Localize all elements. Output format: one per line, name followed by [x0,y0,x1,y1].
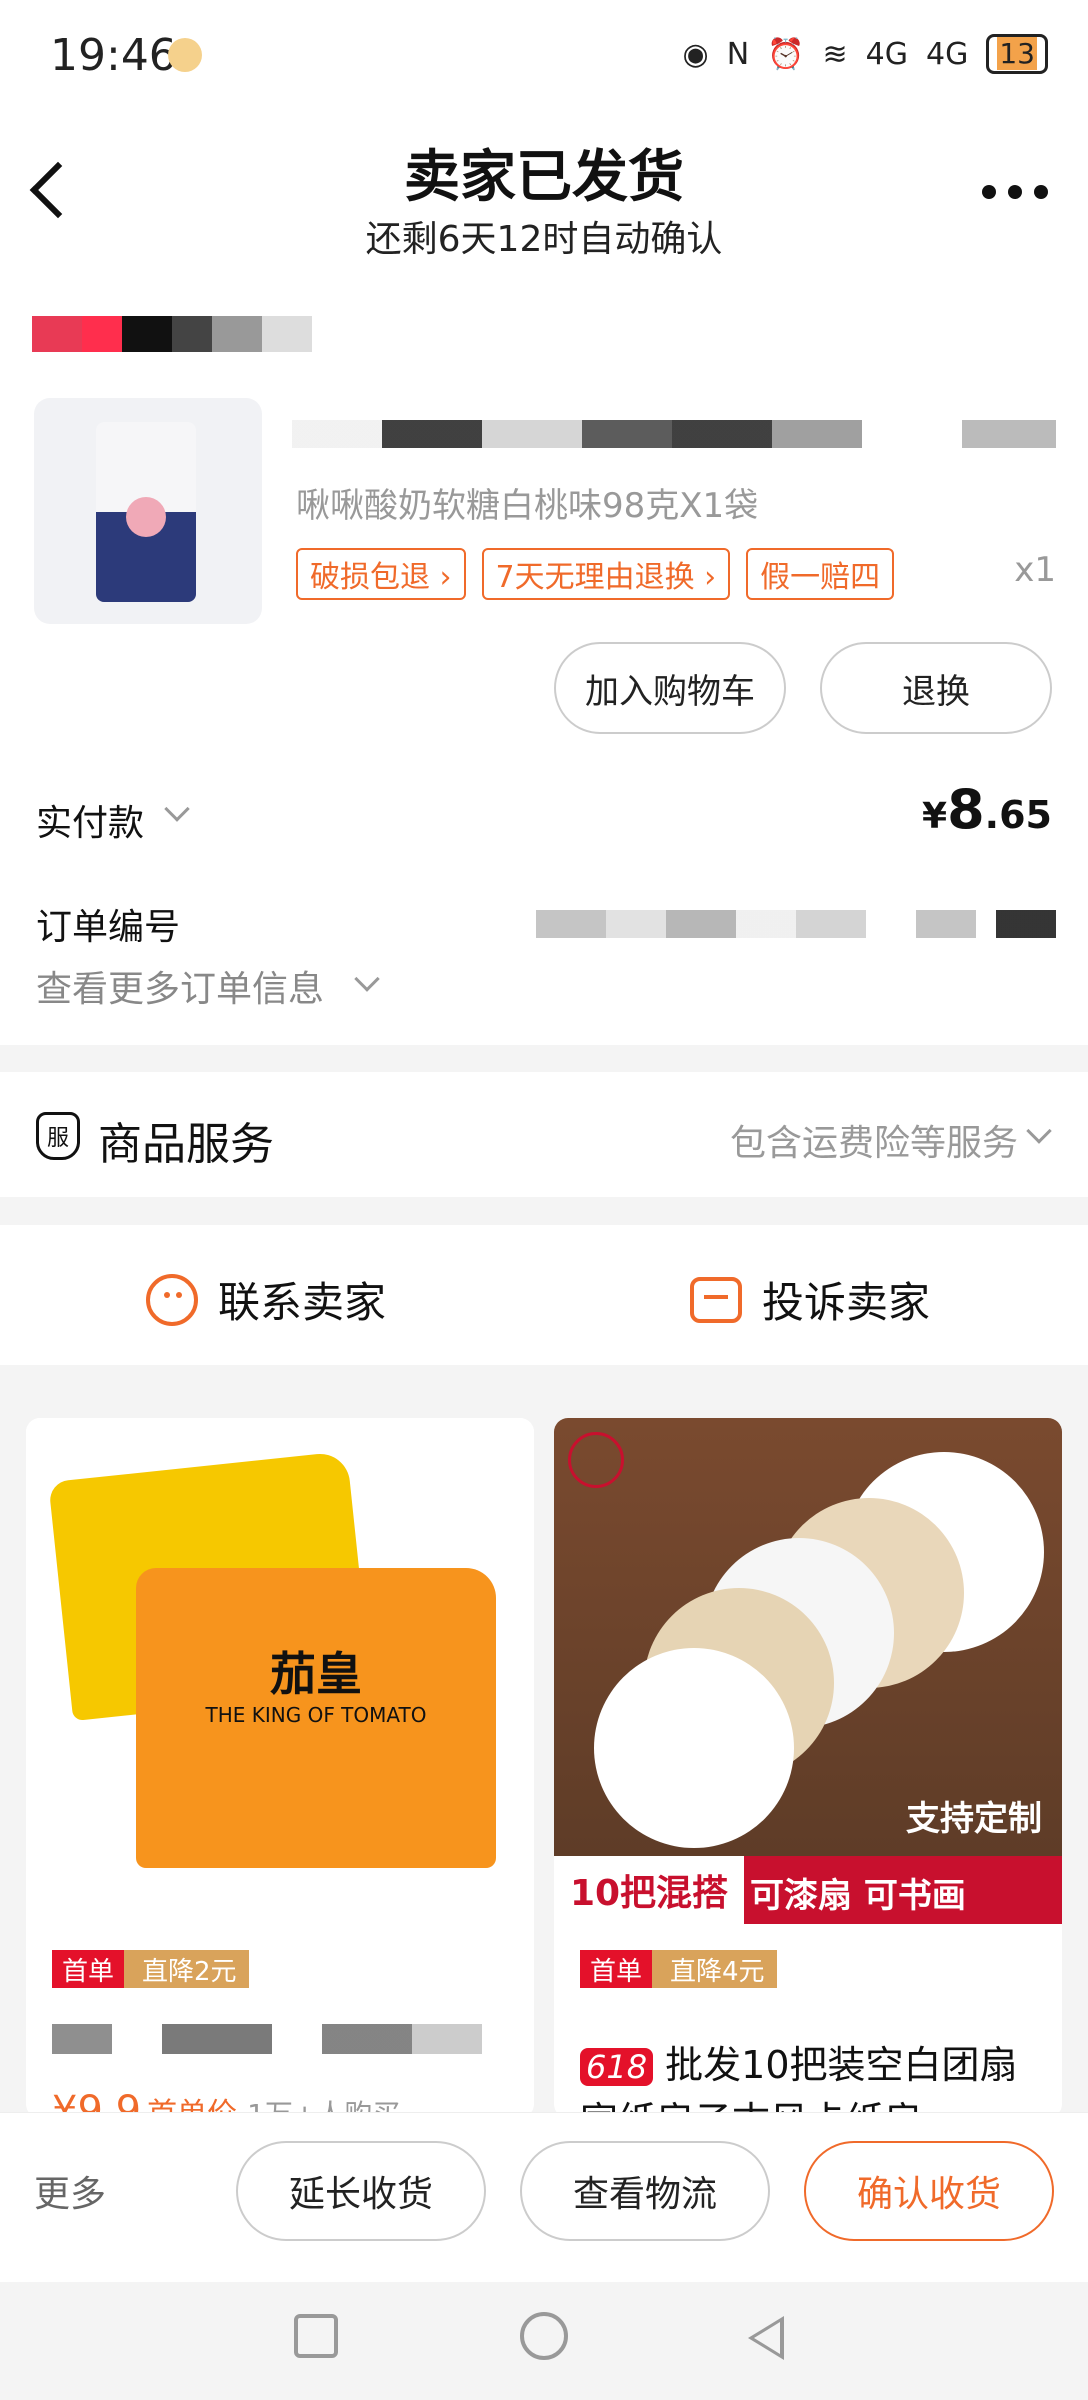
product-package [96,422,196,602]
wifi-icon: ≋ [822,36,848,72]
battery-icon: 13 [986,34,1048,74]
recents-icon[interactable] [294,2314,338,2358]
order-number-redacted [536,910,1056,938]
view-logistics-button[interactable]: 查看物流 [520,2141,770,2241]
product-image[interactable]: 支持定制 10把混搭 可漆扇 可书画 [554,1418,1062,1924]
tag-7day-return[interactable]: 7天无理由退换 › [481,548,731,600]
more-menu-icon[interactable] [982,185,1048,199]
seller-chat-icon [146,1273,198,1326]
status-icons: ◉ N ⏰ ≋ 4G 4G 13 [683,34,1048,74]
promo-badge: 首单 直降4元 [580,1950,777,1988]
paid-amount: ¥8.65 [922,778,1052,841]
add-to-cart-button[interactable]: 加入购物车 [554,642,786,734]
page-title: 卖家已发货 [404,145,684,210]
contact-seller-button[interactable]: 联系卖家 [146,1269,386,1330]
complain-icon [690,1276,742,1323]
tag-damage-refund[interactable]: 破损包退 › [296,548,466,600]
chevron-down-icon[interactable] [354,966,380,992]
chevron-down-icon[interactable] [1026,1118,1052,1144]
eye-icon: ◉ [682,36,709,72]
status-bar: 19:46 ◉ N ⏰ ≋ 4G 4G 13 [0,0,1088,110]
chevron-down-icon[interactable] [164,796,190,822]
bottom-action-bar: 更多 延长收货 查看物流 确认收货 [0,2112,1088,2282]
badge-618: 618 [580,2048,654,2086]
extend-receipt-button[interactable]: 延长收货 [236,2141,486,2241]
app-notification-icon [168,38,202,72]
signal-4g-b: 4G [926,36,969,72]
auto-confirm-countdown: 还剩6天12时自动确认 [365,219,723,260]
shop-name-redacted[interactable] [32,316,392,352]
complain-seller-label: 投诉卖家 [762,1278,931,1327]
page-header: 卖家已发货 还剩6天12时自动确认 [0,110,1088,270]
signal-4g-a: 4G [865,36,909,72]
back-nav-icon[interactable] [748,2316,784,2360]
confirm-receipt-button[interactable]: 确认收货 [804,2141,1054,2241]
service-shield-icon: 服 [36,1112,80,1160]
product-sku: 啾啾酸奶软糖白桃味98克X1袋 [296,486,759,526]
brand-logo [568,1432,624,1488]
home-icon[interactable] [520,2312,568,2360]
promo-badge: 首单 直降2元 [52,1950,249,1988]
contact-seller-label: 联系卖家 [218,1278,387,1327]
product-image[interactable] [34,398,262,624]
contact-row: 联系卖家 投诉卖家 [0,1225,1088,1365]
alarm-icon: ⏰ [767,36,805,72]
product-title-redacted[interactable] [292,420,1056,448]
recommendation-title-redacted [52,2024,482,2054]
service-tags: 破损包退 › 7天无理由退换 › 假一赔四 [296,548,895,600]
order-card: 啾啾酸奶软糖白桃味98克X1袋 破损包退 › 7天无理由退换 › 假一赔四 x1… [0,270,1088,1045]
more-order-info-link[interactable]: 查看更多订单信息 [36,960,324,1012]
status-time: 19:46 [50,30,177,81]
recommendation-card[interactable]: 支持定制 10把混搭 可漆扇 可书画 首单 直降4元 618 批发10把装空白团… [554,1418,1062,2118]
more-button[interactable]: 更多 [34,2165,106,2217]
product-quantity: x1 [1014,550,1056,590]
recommendation-card[interactable]: 茄皇 THE KING OF TOMATO 首单 直降2元 ¥9.9 首单价 1万+… [26,1418,534,2118]
order-number-label: 订单编号 [36,907,181,948]
service-summary[interactable]: 包含运费险等服务 [730,1114,1018,1166]
recommendation-title: 618 批发10把装空白团扇宣纸扇子古风卡纸扇 [580,2038,1036,2118]
paid-label[interactable]: 实付款 [36,794,144,846]
tag-fake-compensation[interactable]: 假一赔四 [746,548,895,600]
product-image[interactable]: 茄皇 THE KING OF TOMATO [26,1418,534,1924]
service-title: 商品服务 [98,1119,274,1170]
return-exchange-button[interactable]: 退换 [820,642,1052,734]
system-nav-bar [0,2282,1088,2400]
nfc-icon: N [726,36,750,72]
complain-seller-button[interactable]: 投诉卖家 [690,1269,930,1330]
product-service-row[interactable]: 服 商品服务 包含运费险等服务 [0,1072,1088,1197]
